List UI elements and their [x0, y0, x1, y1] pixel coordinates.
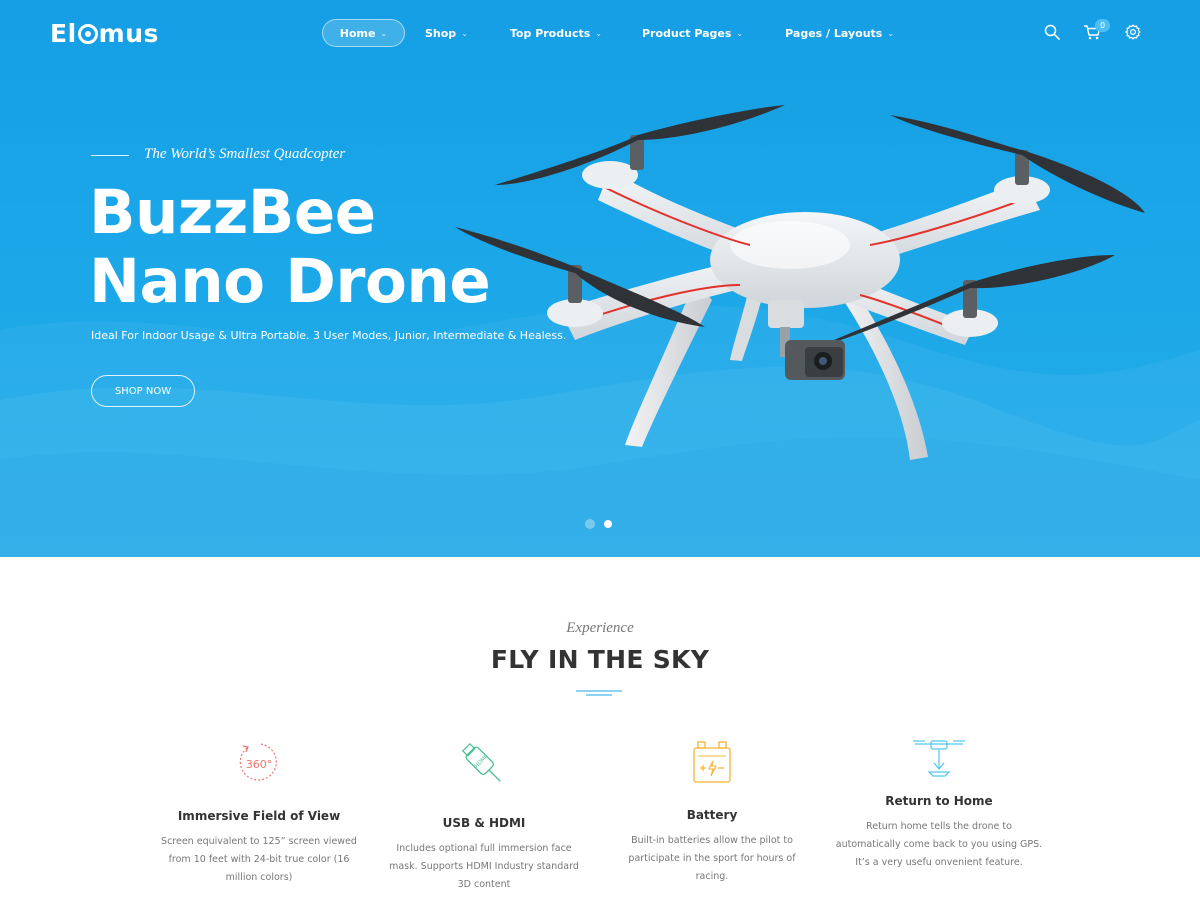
feature-return-home: Return to Home Return home tells the dro… [829, 738, 1049, 872]
slider-dot-2[interactable] [604, 520, 612, 528]
shop-now-button[interactable]: SHOP NOW [91, 375, 195, 407]
section-subtitle: Experience [566, 620, 634, 636]
section-divider [576, 690, 622, 696]
feature-text: Built-in batteries allow the pilot to pa… [628, 835, 796, 882]
nav-shop-label: Shop [425, 26, 457, 40]
feature-title: Immersive Field of View [177, 809, 341, 823]
nav-shop[interactable]: Shop ⌄ [425, 19, 468, 47]
nav-home[interactable]: Home ⌄ [322, 19, 405, 47]
main-nav: Home ⌄ Shop ⌄ Top Products ⌄ Product Pag… [322, 19, 894, 47]
chevron-down-icon: ⌄ [736, 28, 744, 38]
logo-o-mark [77, 24, 98, 44]
feature-text: Includes optional full immersion face ma… [389, 843, 579, 890]
feature-title: Battery [686, 808, 738, 822]
nav-product-pages[interactable]: Product Pages ⌄ [642, 19, 743, 47]
logo-text-end: mus [98, 18, 159, 48]
feature-field-of-view: 360° Immersive Field of View Screen equi… [149, 738, 369, 887]
section-title: FLY IN THE SKY [490, 645, 710, 674]
drone-return-icon [913, 740, 965, 777]
slider-dot-1[interactable] [585, 519, 595, 529]
hero-banner: El mus Home ⌄ Shop ⌄ Top Products ⌄ Produ… [0, 0, 1200, 557]
feature-battery: Battery Built-in batteries allow the pil… [602, 740, 822, 886]
nav-top-products[interactable]: Top Products ⌄ [510, 19, 602, 47]
feature-title: USB & HDMI [442, 816, 526, 830]
nav-pages-layouts-label: Pages / Layouts [785, 26, 883, 40]
nav-top-products-label: Top Products [509, 26, 591, 40]
360-icon-text: 360° [246, 758, 273, 771]
360-view-icon: 360° [239, 743, 277, 781]
usb-hdmi-icon: HDMI [461, 742, 501, 782]
chevron-down-icon: ⌄ [380, 28, 388, 38]
chevron-down-icon: ⌄ [595, 28, 602, 38]
chevron-down-icon: ⌄ [461, 28, 468, 38]
feature-text: Screen equivalent to 125” screen viewed … [161, 836, 357, 883]
slider-dots [585, 519, 612, 529]
site-logo[interactable]: El mus [50, 17, 159, 49]
search-icon[interactable] [1043, 23, 1061, 41]
feature-title: Return to Home [885, 794, 993, 808]
battery-icon [693, 741, 731, 783]
feature-usb-hdmi: HDMI USB & HDMI Includes optional full i… [374, 740, 594, 894]
nav-home-label: Home [339, 26, 376, 40]
drone-image [455, 105, 1145, 460]
chevron-down-icon: ⌄ [887, 28, 895, 38]
nav-product-pages-label: Product Pages [641, 26, 732, 40]
tagline-divider [91, 155, 129, 156]
logo-text-start: El [50, 18, 77, 48]
gear-icon[interactable] [1124, 23, 1142, 41]
cart-count-badge: 0 [1095, 19, 1110, 32]
nav-pages-layouts[interactable]: Pages / Layouts ⌄ [785, 19, 894, 47]
feature-text: Return home tells the drone to automatic… [835, 821, 1043, 868]
hero-tagline: The World’s Smallest Quadcopter [144, 146, 346, 162]
